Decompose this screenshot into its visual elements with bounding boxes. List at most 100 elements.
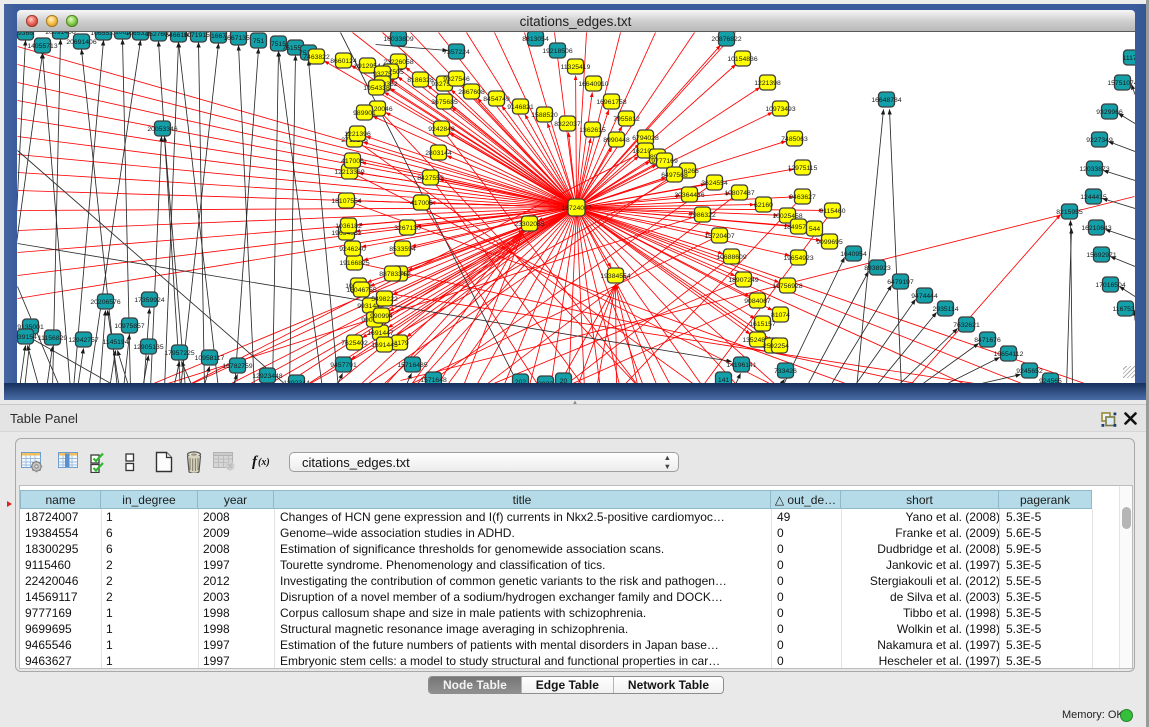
svg-text:9329966: 9329966 <box>1096 109 1123 116</box>
svg-text:10719155: 10719155 <box>183 32 213 39</box>
svg-text:9474444: 9474444 <box>911 293 938 300</box>
svg-text:9115460: 9115460 <box>819 208 845 215</box>
svg-text:2803144: 2803144 <box>425 150 452 157</box>
svg-text:12923448: 12923448 <box>252 373 282 380</box>
svg-text:12942757: 12942757 <box>68 337 98 344</box>
svg-text:1167533: 1167533 <box>1112 306 1134 313</box>
svg-text:6479197: 6479197 <box>887 279 914 286</box>
svg-text:20876822: 20876822 <box>711 36 741 43</box>
svg-text:1362615: 1362615 <box>579 127 606 134</box>
svg-text:15716485: 15716485 <box>397 362 427 369</box>
svg-text:12905135: 12905135 <box>133 344 163 351</box>
svg-text:16210643: 16210643 <box>1081 225 1111 232</box>
svg-text:7357224: 7357224 <box>443 49 470 56</box>
svg-text:19756928: 19756928 <box>772 283 802 290</box>
svg-text:1054338: 1054338 <box>363 85 390 92</box>
svg-text:14196141: 14196141 <box>726 362 756 369</box>
svg-text:20364436: 20364436 <box>674 192 704 199</box>
svg-text:18907249: 18907249 <box>728 277 758 284</box>
svg-text:16961758: 16961758 <box>596 99 626 106</box>
svg-text:12033873: 12033873 <box>1079 166 1109 173</box>
svg-text:9463627: 9463627 <box>789 194 816 201</box>
svg-text:20206576: 20206576 <box>90 299 120 306</box>
svg-text:2867608: 2867608 <box>458 89 485 96</box>
svg-text:1588520: 1588520 <box>531 112 558 119</box>
svg-text:10975857: 10975857 <box>114 323 144 330</box>
svg-text:8427552: 8427552 <box>417 175 444 182</box>
svg-text:18107554: 18107554 <box>331 198 361 205</box>
svg-text:16640910: 16640910 <box>578 81 608 88</box>
svg-text:16046755: 16046755 <box>346 287 376 294</box>
svg-text:8878334: 8878334 <box>379 271 406 278</box>
svg-text:9457791: 9457791 <box>330 362 357 369</box>
svg-text:751: 751 <box>252 38 264 45</box>
svg-text:1036182: 1036182 <box>335 223 362 230</box>
svg-text:11325419: 11325419 <box>560 64 590 71</box>
svg-text:8215955: 8215955 <box>1056 209 1083 216</box>
svg-text:1640954: 1640954 <box>840 251 867 258</box>
svg-text:7955812: 7955812 <box>613 116 640 123</box>
svg-text:8990448: 8990448 <box>603 137 630 144</box>
svg-text:14055713: 14055713 <box>27 43 57 50</box>
svg-text:8186328: 8186328 <box>407 77 434 84</box>
svg-text:10154836: 10154836 <box>727 56 757 63</box>
svg-text:1145194: 1145194 <box>102 339 128 346</box>
svg-text:8813054: 8813054 <box>522 36 549 43</box>
svg-text:8533594: 8533594 <box>389 246 416 253</box>
svg-text:1615157: 1615157 <box>749 321 776 328</box>
svg-text:3675685: 3675685 <box>431 99 458 106</box>
svg-text:19384554: 19384554 <box>600 273 630 280</box>
svg-text:17359924: 17359924 <box>134 297 164 304</box>
svg-text:544: 544 <box>808 226 820 233</box>
svg-text:62160: 62160 <box>754 202 773 209</box>
svg-text:23302085: 23302085 <box>514 221 544 228</box>
svg-text:9099695: 9099695 <box>816 239 843 246</box>
svg-text:8454749: 8454749 <box>483 96 510 103</box>
svg-text:3267130: 3267130 <box>394 225 421 232</box>
svg-text:16671355: 16671355 <box>223 35 253 42</box>
svg-text:18724007: 18724007 <box>561 205 591 212</box>
svg-text:5498222: 5498222 <box>371 296 398 303</box>
svg-text:15720407: 15720407 <box>704 233 734 240</box>
svg-text:19654923: 19654923 <box>783 255 813 262</box>
svg-text:2935114: 2935114 <box>932 306 958 313</box>
svg-text:7463822: 7463822 <box>303 54 330 61</box>
svg-text:20053346: 20053346 <box>147 126 177 133</box>
svg-text:9777169: 9777169 <box>651 158 678 165</box>
svg-text:16033809: 16033809 <box>383 36 413 43</box>
svg-text:8660124: 8660124 <box>330 58 357 65</box>
svg-text:9084067: 9084067 <box>744 298 771 305</box>
svg-text:1065532: 1065532 <box>90 32 117 37</box>
svg-text:733426: 733426 <box>774 368 797 375</box>
svg-text:9327546: 9327546 <box>443 76 470 83</box>
svg-text:9242848: 9242848 <box>428 126 455 133</box>
svg-text:8938923: 8938923 <box>864 265 891 272</box>
svg-text:8322037: 8322037 <box>554 121 581 128</box>
svg-text:10958117: 10958117 <box>194 355 224 362</box>
svg-text:19166825: 19166825 <box>339 260 369 267</box>
svg-text:92254: 92254 <box>770 343 789 350</box>
svg-text:11156829: 11156829 <box>37 335 66 342</box>
svg-text:20691406: 20691406 <box>66 39 96 46</box>
svg-text:81074: 81074 <box>771 312 790 319</box>
svg-text:11171: 11171 <box>1122 55 1134 62</box>
svg-text:12975115: 12975115 <box>787 165 817 172</box>
svg-text:9245652: 9245652 <box>1016 368 1043 375</box>
svg-text:939154: 939154 <box>17 334 37 341</box>
svg-text:1244415: 1244415 <box>1080 194 1107 201</box>
svg-text:417006: 417006 <box>410 200 433 207</box>
svg-text:10807487: 10807487 <box>724 190 754 197</box>
svg-text:1221396: 1221396 <box>344 131 371 138</box>
svg-text:990994: 990994 <box>370 313 393 320</box>
svg-text:6497568: 6497568 <box>661 172 688 179</box>
svg-text:9227349: 9227349 <box>1086 137 1113 144</box>
svg-text:15692971: 15692971 <box>1086 252 1116 259</box>
svg-text:10973493: 10973493 <box>765 106 795 113</box>
svg-text:7485063: 7485063 <box>781 136 808 143</box>
svg-text:417006: 417006 <box>341 158 364 165</box>
svg-text:19218506: 19218506 <box>542 48 572 55</box>
svg-text:(x): (x) <box>258 457 270 468</box>
svg-text:9246240: 9246240 <box>339 246 366 253</box>
svg-text:20091406: 20091406 <box>45 32 75 36</box>
svg-text:1691447: 1691447 <box>367 330 394 337</box>
